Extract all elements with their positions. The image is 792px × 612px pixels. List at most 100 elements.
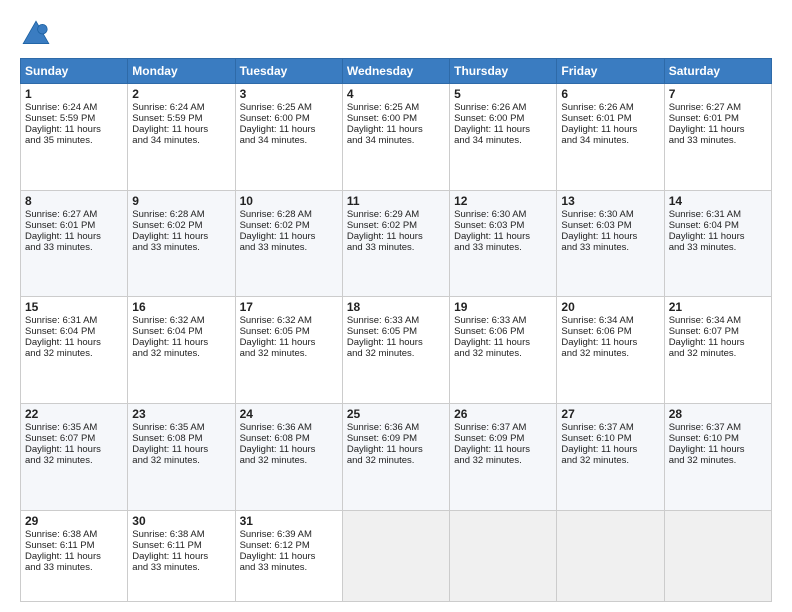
- day-number: 23: [132, 407, 230, 421]
- cell-line: Sunrise: 6:37 AM: [454, 422, 552, 433]
- calendar-cell: 29Sunrise: 6:38 AMSunset: 6:11 PMDayligh…: [21, 510, 128, 601]
- day-number: 6: [561, 87, 659, 101]
- cell-line: Daylight: 11 hours: [132, 124, 230, 135]
- day-number: 8: [25, 194, 123, 208]
- cell-line: Sunset: 6:11 PM: [132, 540, 230, 551]
- cell-line: Sunrise: 6:36 AM: [347, 422, 445, 433]
- cell-line: Daylight: 11 hours: [25, 124, 123, 135]
- day-number: 14: [669, 194, 767, 208]
- calendar-cell: 7Sunrise: 6:27 AMSunset: 6:01 PMDaylight…: [664, 84, 771, 191]
- cell-line: and 32 minutes.: [454, 455, 552, 466]
- cell-line: Daylight: 11 hours: [669, 337, 767, 348]
- cell-line: Daylight: 11 hours: [132, 337, 230, 348]
- cell-line: Sunset: 6:02 PM: [132, 220, 230, 231]
- cell-line: Sunrise: 6:24 AM: [25, 102, 123, 113]
- calendar-cell: 17Sunrise: 6:32 AMSunset: 6:05 PMDayligh…: [235, 297, 342, 404]
- cell-line: and 32 minutes.: [25, 455, 123, 466]
- day-number: 31: [240, 514, 338, 528]
- cell-line: Sunset: 6:04 PM: [669, 220, 767, 231]
- cell-line: and 32 minutes.: [132, 455, 230, 466]
- cell-line: Sunset: 6:02 PM: [347, 220, 445, 231]
- calendar-cell: 27Sunrise: 6:37 AMSunset: 6:10 PMDayligh…: [557, 404, 664, 511]
- logo-icon: [20, 18, 52, 50]
- cell-line: Daylight: 11 hours: [669, 444, 767, 455]
- day-number: 22: [25, 407, 123, 421]
- cell-line: Sunset: 6:06 PM: [454, 326, 552, 337]
- calendar-cell: [557, 510, 664, 601]
- cell-line: and 34 minutes.: [454, 135, 552, 146]
- cell-line: Sunrise: 6:25 AM: [240, 102, 338, 113]
- cell-line: Sunset: 6:10 PM: [669, 433, 767, 444]
- cell-line: and 34 minutes.: [240, 135, 338, 146]
- page: SundayMondayTuesdayWednesdayThursdayFrid…: [0, 0, 792, 612]
- cell-line: Sunset: 6:05 PM: [240, 326, 338, 337]
- cell-line: Daylight: 11 hours: [25, 444, 123, 455]
- header: [20, 18, 772, 50]
- cell-line: Sunrise: 6:37 AM: [561, 422, 659, 433]
- cell-line: Sunset: 6:03 PM: [454, 220, 552, 231]
- cell-line: and 32 minutes.: [240, 348, 338, 359]
- cell-line: and 32 minutes.: [454, 348, 552, 359]
- cell-line: Sunset: 5:59 PM: [132, 113, 230, 124]
- day-header-tuesday: Tuesday: [235, 59, 342, 84]
- calendar-cell: [450, 510, 557, 601]
- cell-line: and 32 minutes.: [561, 348, 659, 359]
- day-number: 30: [132, 514, 230, 528]
- cell-line: Daylight: 11 hours: [347, 231, 445, 242]
- cell-line: and 34 minutes.: [561, 135, 659, 146]
- calendar-cell: 1Sunrise: 6:24 AMSunset: 5:59 PMDaylight…: [21, 84, 128, 191]
- cell-line: Sunset: 6:01 PM: [25, 220, 123, 231]
- calendar-cell: 2Sunrise: 6:24 AMSunset: 5:59 PMDaylight…: [128, 84, 235, 191]
- cell-line: and 32 minutes.: [561, 455, 659, 466]
- calendar-cell: 30Sunrise: 6:38 AMSunset: 6:11 PMDayligh…: [128, 510, 235, 601]
- cell-line: and 33 minutes.: [25, 242, 123, 253]
- cell-line: and 34 minutes.: [347, 135, 445, 146]
- cell-line: Daylight: 11 hours: [132, 551, 230, 562]
- calendar-cell: 12Sunrise: 6:30 AMSunset: 6:03 PMDayligh…: [450, 190, 557, 297]
- cell-line: Sunrise: 6:37 AM: [669, 422, 767, 433]
- day-number: 29: [25, 514, 123, 528]
- cell-line: Sunset: 6:01 PM: [561, 113, 659, 124]
- cell-line: Sunrise: 6:34 AM: [669, 315, 767, 326]
- cell-line: Sunrise: 6:36 AM: [240, 422, 338, 433]
- cell-line: and 32 minutes.: [240, 455, 338, 466]
- cell-line: Daylight: 11 hours: [561, 444, 659, 455]
- cell-line: Daylight: 11 hours: [454, 444, 552, 455]
- cell-line: Sunrise: 6:38 AM: [132, 529, 230, 540]
- day-number: 11: [347, 194, 445, 208]
- cell-line: Sunrise: 6:33 AM: [347, 315, 445, 326]
- cell-line: Sunset: 6:06 PM: [561, 326, 659, 337]
- cell-line: Sunset: 6:00 PM: [240, 113, 338, 124]
- cell-line: Daylight: 11 hours: [240, 124, 338, 135]
- cell-line: and 33 minutes.: [25, 562, 123, 573]
- cell-line: Sunset: 6:07 PM: [25, 433, 123, 444]
- cell-line: Daylight: 11 hours: [25, 551, 123, 562]
- logo: [20, 18, 56, 50]
- calendar-cell: 24Sunrise: 6:36 AMSunset: 6:08 PMDayligh…: [235, 404, 342, 511]
- cell-line: Daylight: 11 hours: [132, 444, 230, 455]
- cell-line: Sunset: 6:11 PM: [25, 540, 123, 551]
- calendar-cell: 11Sunrise: 6:29 AMSunset: 6:02 PMDayligh…: [342, 190, 449, 297]
- day-header-saturday: Saturday: [664, 59, 771, 84]
- cell-line: Sunset: 6:00 PM: [454, 113, 552, 124]
- calendar-cell: 25Sunrise: 6:36 AMSunset: 6:09 PMDayligh…: [342, 404, 449, 511]
- day-number: 21: [669, 300, 767, 314]
- calendar-cell: 23Sunrise: 6:35 AMSunset: 6:08 PMDayligh…: [128, 404, 235, 511]
- cell-line: Daylight: 11 hours: [347, 337, 445, 348]
- cell-line: Sunset: 6:03 PM: [561, 220, 659, 231]
- day-number: 17: [240, 300, 338, 314]
- cell-line: Sunset: 6:08 PM: [132, 433, 230, 444]
- cell-line: Sunset: 6:09 PM: [454, 433, 552, 444]
- calendar-cell: 21Sunrise: 6:34 AMSunset: 6:07 PMDayligh…: [664, 297, 771, 404]
- cell-line: and 32 minutes.: [669, 348, 767, 359]
- cell-line: Sunset: 6:01 PM: [669, 113, 767, 124]
- cell-line: Daylight: 11 hours: [454, 337, 552, 348]
- cell-line: Sunrise: 6:38 AM: [25, 529, 123, 540]
- cell-line: and 33 minutes.: [240, 242, 338, 253]
- cell-line: Daylight: 11 hours: [25, 231, 123, 242]
- cell-line: Sunrise: 6:33 AM: [454, 315, 552, 326]
- cell-line: Daylight: 11 hours: [240, 551, 338, 562]
- cell-line: Sunrise: 6:25 AM: [347, 102, 445, 113]
- calendar-cell: 13Sunrise: 6:30 AMSunset: 6:03 PMDayligh…: [557, 190, 664, 297]
- calendar-cell: 6Sunrise: 6:26 AMSunset: 6:01 PMDaylight…: [557, 84, 664, 191]
